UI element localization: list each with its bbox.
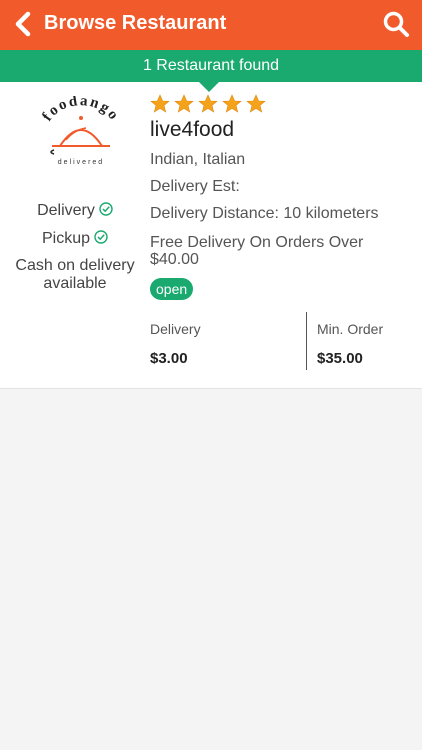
star-icon: [174, 94, 194, 113]
feature-pickup: Pickup: [0, 230, 150, 248]
rating-stars: [150, 94, 270, 114]
logo-tagline-text: delivered: [58, 159, 104, 166]
chevron-left-icon: [15, 11, 31, 37]
divider: [306, 312, 307, 370]
feature-cash-on-delivery: Cash on delivery available: [15, 257, 135, 292]
svg-text:foodango: foodango: [39, 96, 122, 124]
delivery-estimate: Delivery Est:: [150, 178, 240, 195]
back-button[interactable]: [10, 9, 36, 39]
feature-delivery: Delivery: [0, 202, 150, 220]
check-circle-icon: [94, 230, 108, 244]
star-icon: [246, 94, 266, 113]
cuisine-text: Indian, Italian: [150, 151, 246, 168]
star-icon: [150, 94, 170, 113]
results-bar-pointer: [199, 82, 219, 92]
delivery-fee-value: $3.00: [150, 350, 188, 367]
min-order-value: $35.00: [317, 350, 363, 367]
results-count-bar: 1 Restaurant found: [0, 50, 422, 82]
search-icon: [383, 11, 409, 37]
search-button[interactable]: [382, 10, 410, 38]
page-title: Browse Restaurant: [44, 12, 227, 34]
star-icon: [222, 94, 242, 113]
feature-delivery-label: Delivery: [37, 202, 95, 219]
status-badge: open: [150, 278, 194, 300]
restaurant-card[interactable]: foodango delivered Delivery Pickup Cash …: [0, 82, 422, 389]
delivery-fee-label: Delivery: [150, 321, 201, 337]
free-delivery-note: Free Delivery On Orders Over $40.00: [150, 234, 364, 268]
min-order-label: Min. Order: [317, 321, 384, 337]
check-circle-icon: [99, 202, 113, 216]
restaurant-logo: foodango delivered: [36, 93, 126, 172]
feature-pickup-label: Pickup: [41, 230, 91, 247]
logo-brand-text: foodango: [39, 93, 120, 124]
star-icon: [198, 94, 218, 113]
restaurant-name[interactable]: live4food: [150, 118, 234, 142]
top-bar: Browse Restaurant: [0, 0, 422, 50]
delivery-distance: Delivery Distance: 10 kilometers: [150, 205, 379, 222]
